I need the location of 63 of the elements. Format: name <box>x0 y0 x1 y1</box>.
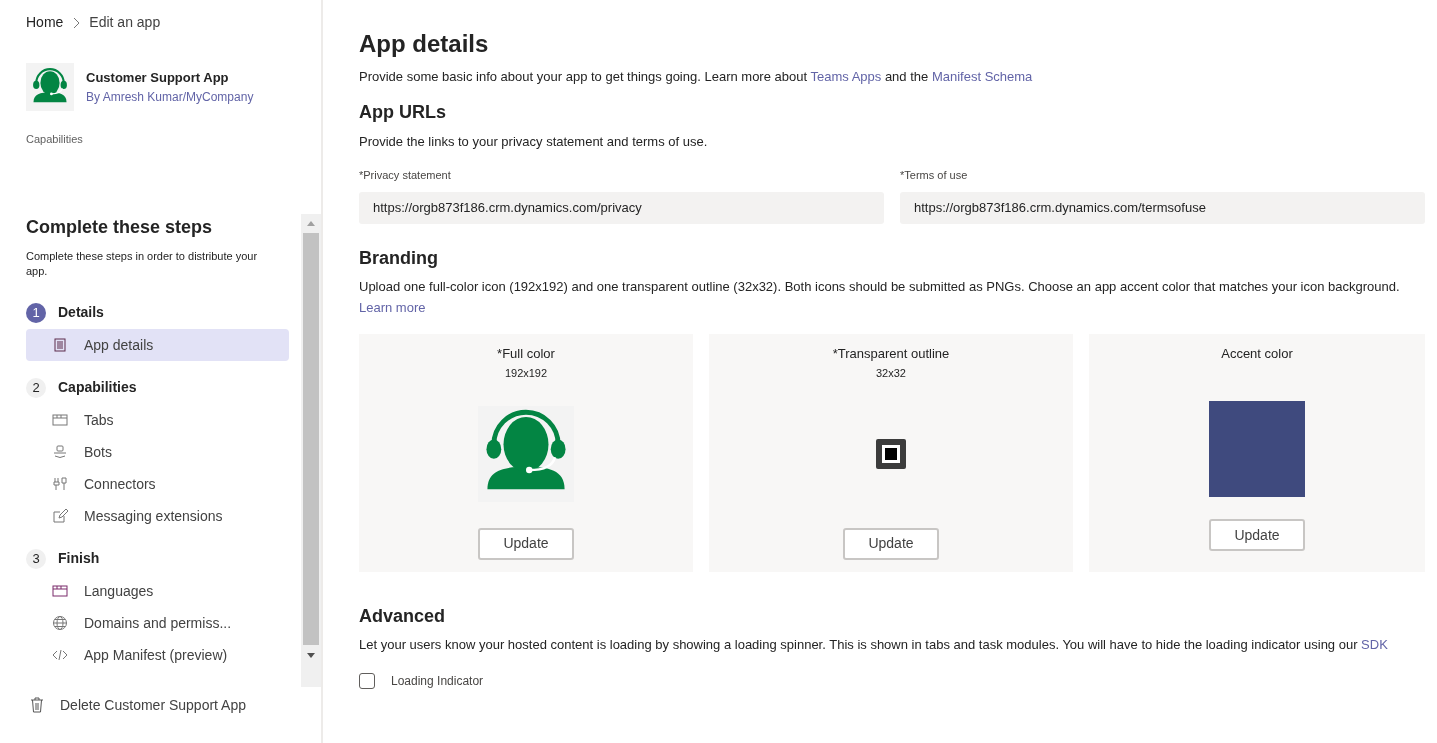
step-item[interactable]: Messaging extensions <box>26 500 289 533</box>
update-button[interactable]: Update <box>1209 519 1305 552</box>
description: Upload one full-color icon (192x192) and one transparent outline (32x32). Both icons should be submitted as PNGs. Choose an app accent color that matches your icon background. Learn more <box>359 278 1401 317</box>
panel-description: Complete these steps in order to distribute your app. <box>26 248 259 280</box>
scroll-down-icon <box>307 652 315 658</box>
app-author: By Amresh Kumar/MyCompany <box>86 88 254 106</box>
pencil-icon <box>52 508 68 525</box>
step-item[interactable]: Bots <box>26 436 289 469</box>
description: Provide the links to your privacy statement and terms of use. <box>359 132 709 151</box>
app-name: Customer Support App <box>86 69 230 88</box>
card-label: Accent color <box>1221 344 1293 363</box>
step-title: Finish <box>58 549 100 569</box>
field-label: *Privacy statement <box>359 168 452 184</box>
scrollbar[interactable] <box>301 213 321 687</box>
panel-title: Complete these steps <box>26 215 214 239</box>
update-button[interactable]: Update <box>843 527 939 560</box>
plug-icon <box>52 476 68 493</box>
chevron-icon <box>71 16 82 29</box>
step-title: Details <box>58 303 104 323</box>
step-item[interactable]: Languages <box>26 575 289 608</box>
link[interactable]: Teams Apps <box>810 68 882 84</box>
checkbox-label: Loading Indicator <box>391 672 484 690</box>
app-icon <box>26 63 74 111</box>
section-title: Advanced <box>359 605 447 628</box>
step-item[interactable]: App details <box>26 329 289 362</box>
section-title: App URLs <box>359 102 447 124</box>
step-item[interactable]: App Manifest (preview) <box>26 639 289 672</box>
field-label: *Terms of use <box>900 168 969 184</box>
window-icon <box>52 583 68 600</box>
step-item[interactable]: Tabs <box>26 404 289 437</box>
step-item[interactable]: Domains and permiss... <box>26 607 289 640</box>
step-item[interactable]: Connectors <box>26 468 289 501</box>
page-title: App details <box>359 30 490 59</box>
trash-icon <box>30 697 44 713</box>
description: Let your users know your hosted content is loading by showing a loading spinner. This is shown in tabs and task modules. You will have to hide the loading indicator using our SDK <box>359 636 1389 655</box>
size-label: 192x192 <box>504 366 548 382</box>
delete-button[interactable]: Delete Customer Support App <box>30 694 321 716</box>
update-button[interactable]: Update <box>478 527 574 560</box>
loading-checkbox[interactable] <box>359 672 375 689</box>
robot-icon <box>52 444 68 461</box>
step-title: Capabilities <box>58 378 137 398</box>
link[interactable]: Learn more <box>359 299 426 315</box>
section-title: Branding <box>359 247 439 270</box>
description: Provide some basic info about your app to get things going. Learn more about Teams Apps and the Manifest Schema <box>359 67 1034 86</box>
size-label: 32x32 <box>876 366 906 382</box>
window-icon <box>52 412 68 429</box>
document-icon <box>52 337 68 354</box>
section-label: Capabilities <box>25 132 84 147</box>
breadcrumb-link[interactable]: Home <box>26 12 64 33</box>
url-field[interactable]: https://orgb873f186.crm.dynamics.com/privacy <box>359 191 884 224</box>
url-field[interactable]: https://orgb873f186.crm.dynamics.com/termsofuse <box>900 191 1425 224</box>
scroll-thumb[interactable] <box>303 232 319 645</box>
link[interactable]: Manifest Schema <box>931 68 1033 84</box>
breadcrumb-link[interactable]: Edit an app <box>89 12 161 33</box>
outline-icon-preview <box>876 438 906 469</box>
step-number: 2 <box>26 377 46 398</box>
step-number: 3 <box>26 548 46 569</box>
globe-icon <box>52 615 68 632</box>
card-label: *Full color <box>497 344 555 363</box>
step-number: 1 <box>26 302 46 323</box>
scroll-up-icon <box>307 220 315 226</box>
link[interactable]: SDK <box>1361 637 1388 653</box>
card-label: *Transparent outline <box>832 344 950 363</box>
